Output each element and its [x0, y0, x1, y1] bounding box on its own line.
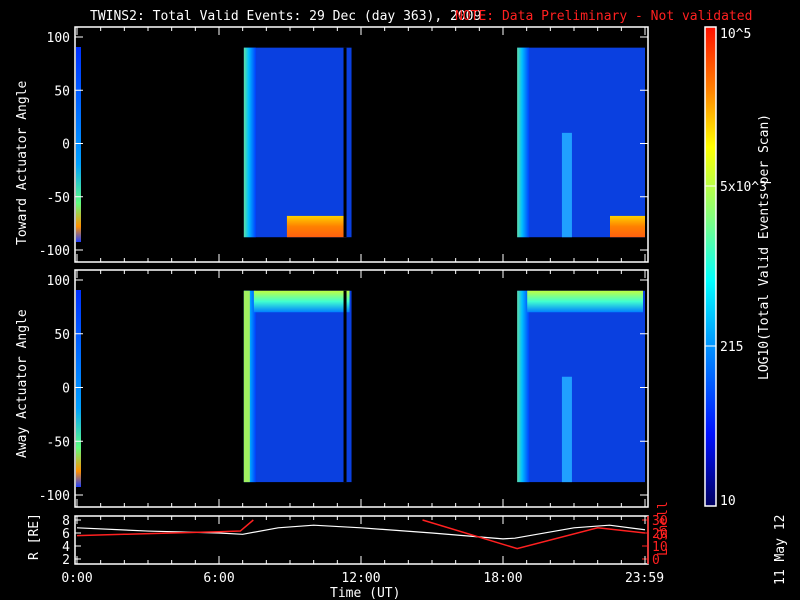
x-tick-label: 23:59	[625, 571, 664, 586]
toward-ylabel: Toward Actuator Angle	[15, 80, 30, 245]
preliminary-note: NOTE: Data Preliminary - Not validated	[455, 9, 752, 24]
spectrogram-column	[517, 290, 530, 483]
spectrogram-block	[243, 47, 352, 238]
y-tick-label: 50	[54, 84, 70, 99]
high-flux-band	[610, 215, 645, 238]
r-line	[76, 524, 646, 540]
y-tick-label: 100	[47, 31, 70, 46]
y-tick-label: 0	[62, 138, 70, 153]
data-gap	[343, 290, 347, 483]
x-tick-label: 12:00	[341, 571, 380, 586]
edge-strip	[76, 47, 81, 242]
spectrogram-column	[243, 290, 250, 483]
orbit-ylabel: R [RE]	[27, 513, 42, 560]
high-flux-band	[527, 290, 643, 313]
x-tick-label: 0:00	[61, 571, 92, 586]
colorbar-tick-215: 215	[720, 340, 743, 355]
twins-plot: TWINS2: Total Valid Events: 29 Dec (day …	[15, 9, 788, 600]
away-ylabel: Away Actuator Angle	[15, 309, 30, 458]
spectrogram-block	[517, 47, 645, 238]
orbit-ylabel-right: L Shell	[656, 501, 671, 556]
y-tick-label: -100	[39, 489, 70, 504]
y-tick-label: 0	[62, 382, 70, 397]
data-gap	[343, 47, 347, 238]
colorbar-tick-1e5: 10^5	[720, 27, 751, 42]
y-tick-label: 2	[62, 553, 70, 568]
x-tick-label: 6:00	[203, 571, 234, 586]
x-tick-label: 18:00	[483, 571, 522, 586]
spectrogram-column	[561, 132, 572, 238]
spectrogram-column	[517, 47, 530, 238]
colorbar-label: LOG10(Total Valid Events per Scan)	[757, 114, 772, 380]
colorbar-tick-10: 10	[720, 494, 736, 509]
spectrogram-block	[243, 290, 352, 483]
spectrogram-column	[561, 376, 572, 483]
date-stamp: 11 May 12	[773, 515, 788, 585]
high-flux-band	[253, 290, 350, 313]
plot-title: TWINS2: Total Valid Events: 29 Dec (day …	[90, 9, 481, 24]
toward-panel: 100 50 0 -50 -100	[39, 26, 649, 263]
xaxis-label: Time (UT)	[330, 586, 400, 600]
orbit-panel: 864230201000:00 6:00 12:00 18:00 23:59	[61, 514, 667, 586]
y-tick-label: 100	[47, 274, 70, 289]
away-panel: 100 50 0 -50 -100	[39, 269, 649, 508]
spectrogram-column	[243, 47, 256, 238]
y-tick-label: -50	[47, 435, 70, 450]
spectrogram-block	[517, 290, 645, 483]
y-tick-label: -50	[47, 191, 70, 206]
y-tick-label: 50	[54, 328, 70, 343]
high-flux-band	[286, 215, 347, 238]
colorbar: 10^5 5x10^3 215 10 LOG10(Total Valid Eve…	[704, 26, 772, 509]
edge-strip	[76, 290, 81, 487]
y-tick-label: -100	[39, 244, 70, 259]
colorbar-scale	[704, 26, 717, 507]
